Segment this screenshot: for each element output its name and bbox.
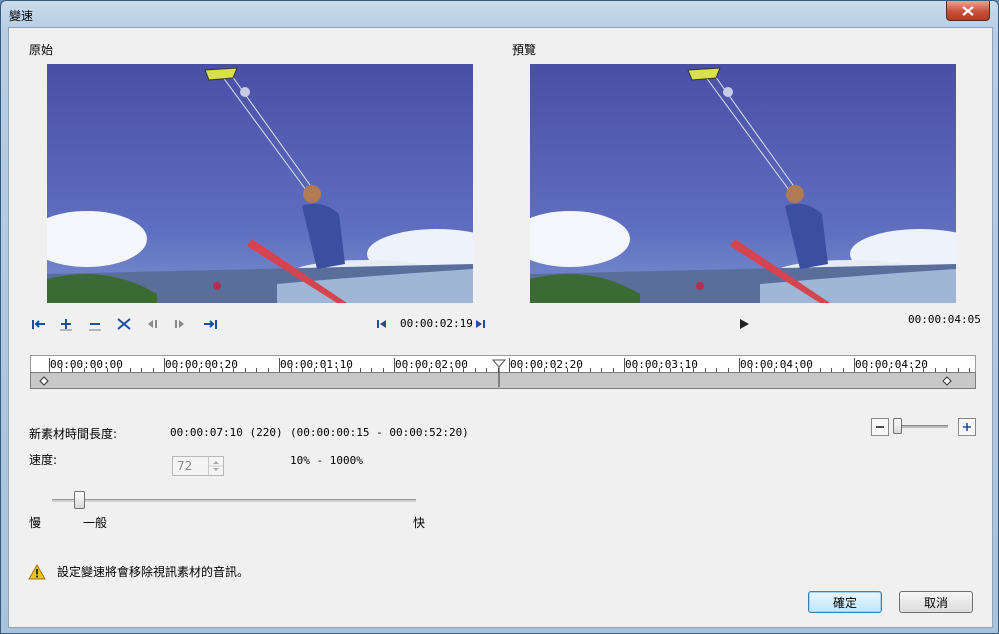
next-keyframe-icon [175, 320, 184, 328]
reverse-button[interactable] [115, 315, 133, 333]
speed-spin-arrows[interactable] [208, 457, 223, 475]
zoom-in-button[interactable] [958, 418, 976, 436]
preview-duration: 00:00:04:05 [908, 313, 981, 326]
remove-keyframe-button[interactable] [86, 315, 104, 333]
add-keyframe-button[interactable] [57, 315, 75, 333]
prev-frame-button[interactable] [373, 315, 391, 333]
zoom-out-button[interactable] [871, 418, 889, 436]
mark-out-button[interactable] [201, 315, 219, 333]
mark-in-button[interactable] [30, 315, 48, 333]
mark-out-icon [204, 320, 217, 329]
speed-slider-thumb[interactable] [74, 491, 86, 509]
start-keyframe-icon[interactable] [39, 376, 49, 386]
speed-slider-track[interactable] [52, 499, 416, 502]
zoom-slider-track[interactable] [894, 425, 948, 428]
speed-value: 72 [177, 459, 193, 473]
plus-icon [60, 319, 72, 331]
new-duration-range: (00:00:00:15 - 00:00:52:20) [290, 426, 469, 439]
speed-slow-label: 慢 [29, 516, 42, 530]
prev-keyframe-icon [148, 320, 157, 328]
preview-label: 預覽 [512, 43, 537, 57]
ok-button[interactable]: 確定 [808, 591, 882, 613]
preview-video-frame [530, 64, 956, 303]
close-icon [962, 5, 974, 16]
kitesurfer-preview-image [530, 64, 956, 303]
original-video-frame [47, 64, 473, 303]
minus-icon [89, 323, 101, 331]
dialog-body: 原始 預覽 00:00:02:19 00:00:04:05 00:00:00:0… [8, 27, 993, 628]
new-duration-label: 新素材時間長度: [29, 427, 118, 441]
speed-normal-label: 一般 [83, 516, 108, 530]
title-bar: 變速 [1, 1, 998, 27]
minus-icon [876, 426, 884, 428]
original-label: 原始 [29, 43, 54, 57]
window-title: 變速 [9, 9, 34, 23]
original-timecode: 00:00:02:19 [400, 317, 473, 330]
next-keyframe-button[interactable] [171, 315, 189, 333]
warning-text: 設定變速將會移除視訊素材的音訊。 [57, 565, 250, 579]
speed-spinbox[interactable]: 72 [172, 456, 224, 476]
prev-frame-icon [377, 320, 386, 328]
warning-icon [28, 564, 46, 580]
close-button[interactable] [946, 1, 990, 21]
speed-fast-label: 快 [413, 516, 426, 530]
end-keyframe-icon[interactable] [942, 376, 952, 386]
plus-icon [963, 423, 971, 431]
play-icon [740, 319, 749, 329]
next-frame-icon [476, 320, 485, 328]
speed-dialog-window: 變速 原始 預覽 00:00:02:19 00:00:04:05 00:00:0… [0, 0, 999, 634]
playhead-marker-icon [492, 359, 507, 387]
zoom-slider-thumb[interactable] [892, 418, 902, 434]
cancel-button[interactable]: 取消 [899, 591, 973, 613]
play-button[interactable] [735, 315, 753, 333]
spin-arrows-icon [209, 461, 223, 471]
next-frame-button[interactable] [471, 315, 489, 333]
prev-keyframe-button[interactable] [143, 315, 161, 333]
new-duration-value: 00:00:07:10 (220) [170, 426, 283, 439]
kitesurfer-image [47, 64, 473, 303]
mark-in-icon [32, 320, 45, 329]
speed-range: 10% - 1000% [290, 454, 363, 467]
reverse-icon [117, 318, 131, 330]
speed-label: 速度: [29, 453, 58, 467]
